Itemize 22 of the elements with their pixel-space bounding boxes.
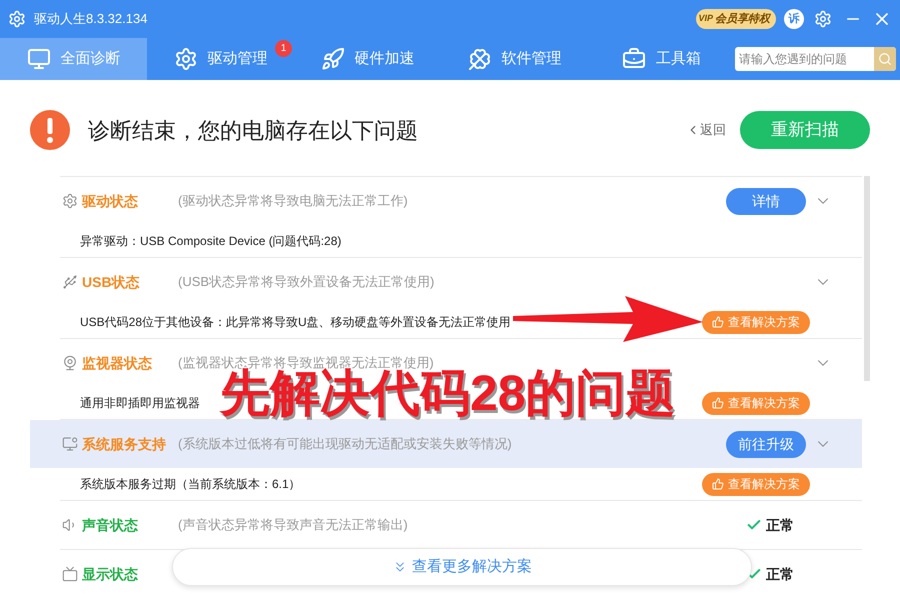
window-title: 驱动人生8.3.32.134 [34,10,148,28]
detail-text: 系统版本服务过期（当前系统版本：6.1） [80,476,301,493]
status-title: USB状态 [82,272,141,292]
detail-text: USB代码28位于其他设备：此异常将导致U盘、移动硬盘等外置设备无法正常使用 [80,314,511,331]
result-title: 诊断结束，您的电脑存在以下问题 [88,116,418,144]
detail-text: 异常驱动：USB Composite Device (问题代码:28) [80,233,342,250]
status-title: 驱动状态 [82,192,139,210]
annotation-text: 先解决代码28的问题 [220,368,676,418]
status-text: 正常 [766,516,794,534]
status-title: 监视器状态 [82,354,153,372]
notification-badge: 1 [275,40,292,57]
status-title: 声音状态 [82,516,139,534]
detail-text: 通用非即插即用监视器 [80,395,200,412]
status-description: (USB状态异常将导致外置设备无法正常使用) [178,273,434,292]
vip-label: 会员享特权 [715,12,770,27]
status-text: 正常 [766,564,794,584]
vip-tag: VIP [698,12,713,26]
status-title: 系统服务支持 [82,434,167,454]
status-description: (声音状态异常将导致声音无法正常输出) [178,516,408,534]
status-title: 显示状态 [82,564,139,584]
status-description: (系统版本过低将有可能出现驱动无适配或安装失败等情况) [178,435,512,454]
status-description: (驱动状态异常将导致电脑无法正常工作) [178,192,408,210]
